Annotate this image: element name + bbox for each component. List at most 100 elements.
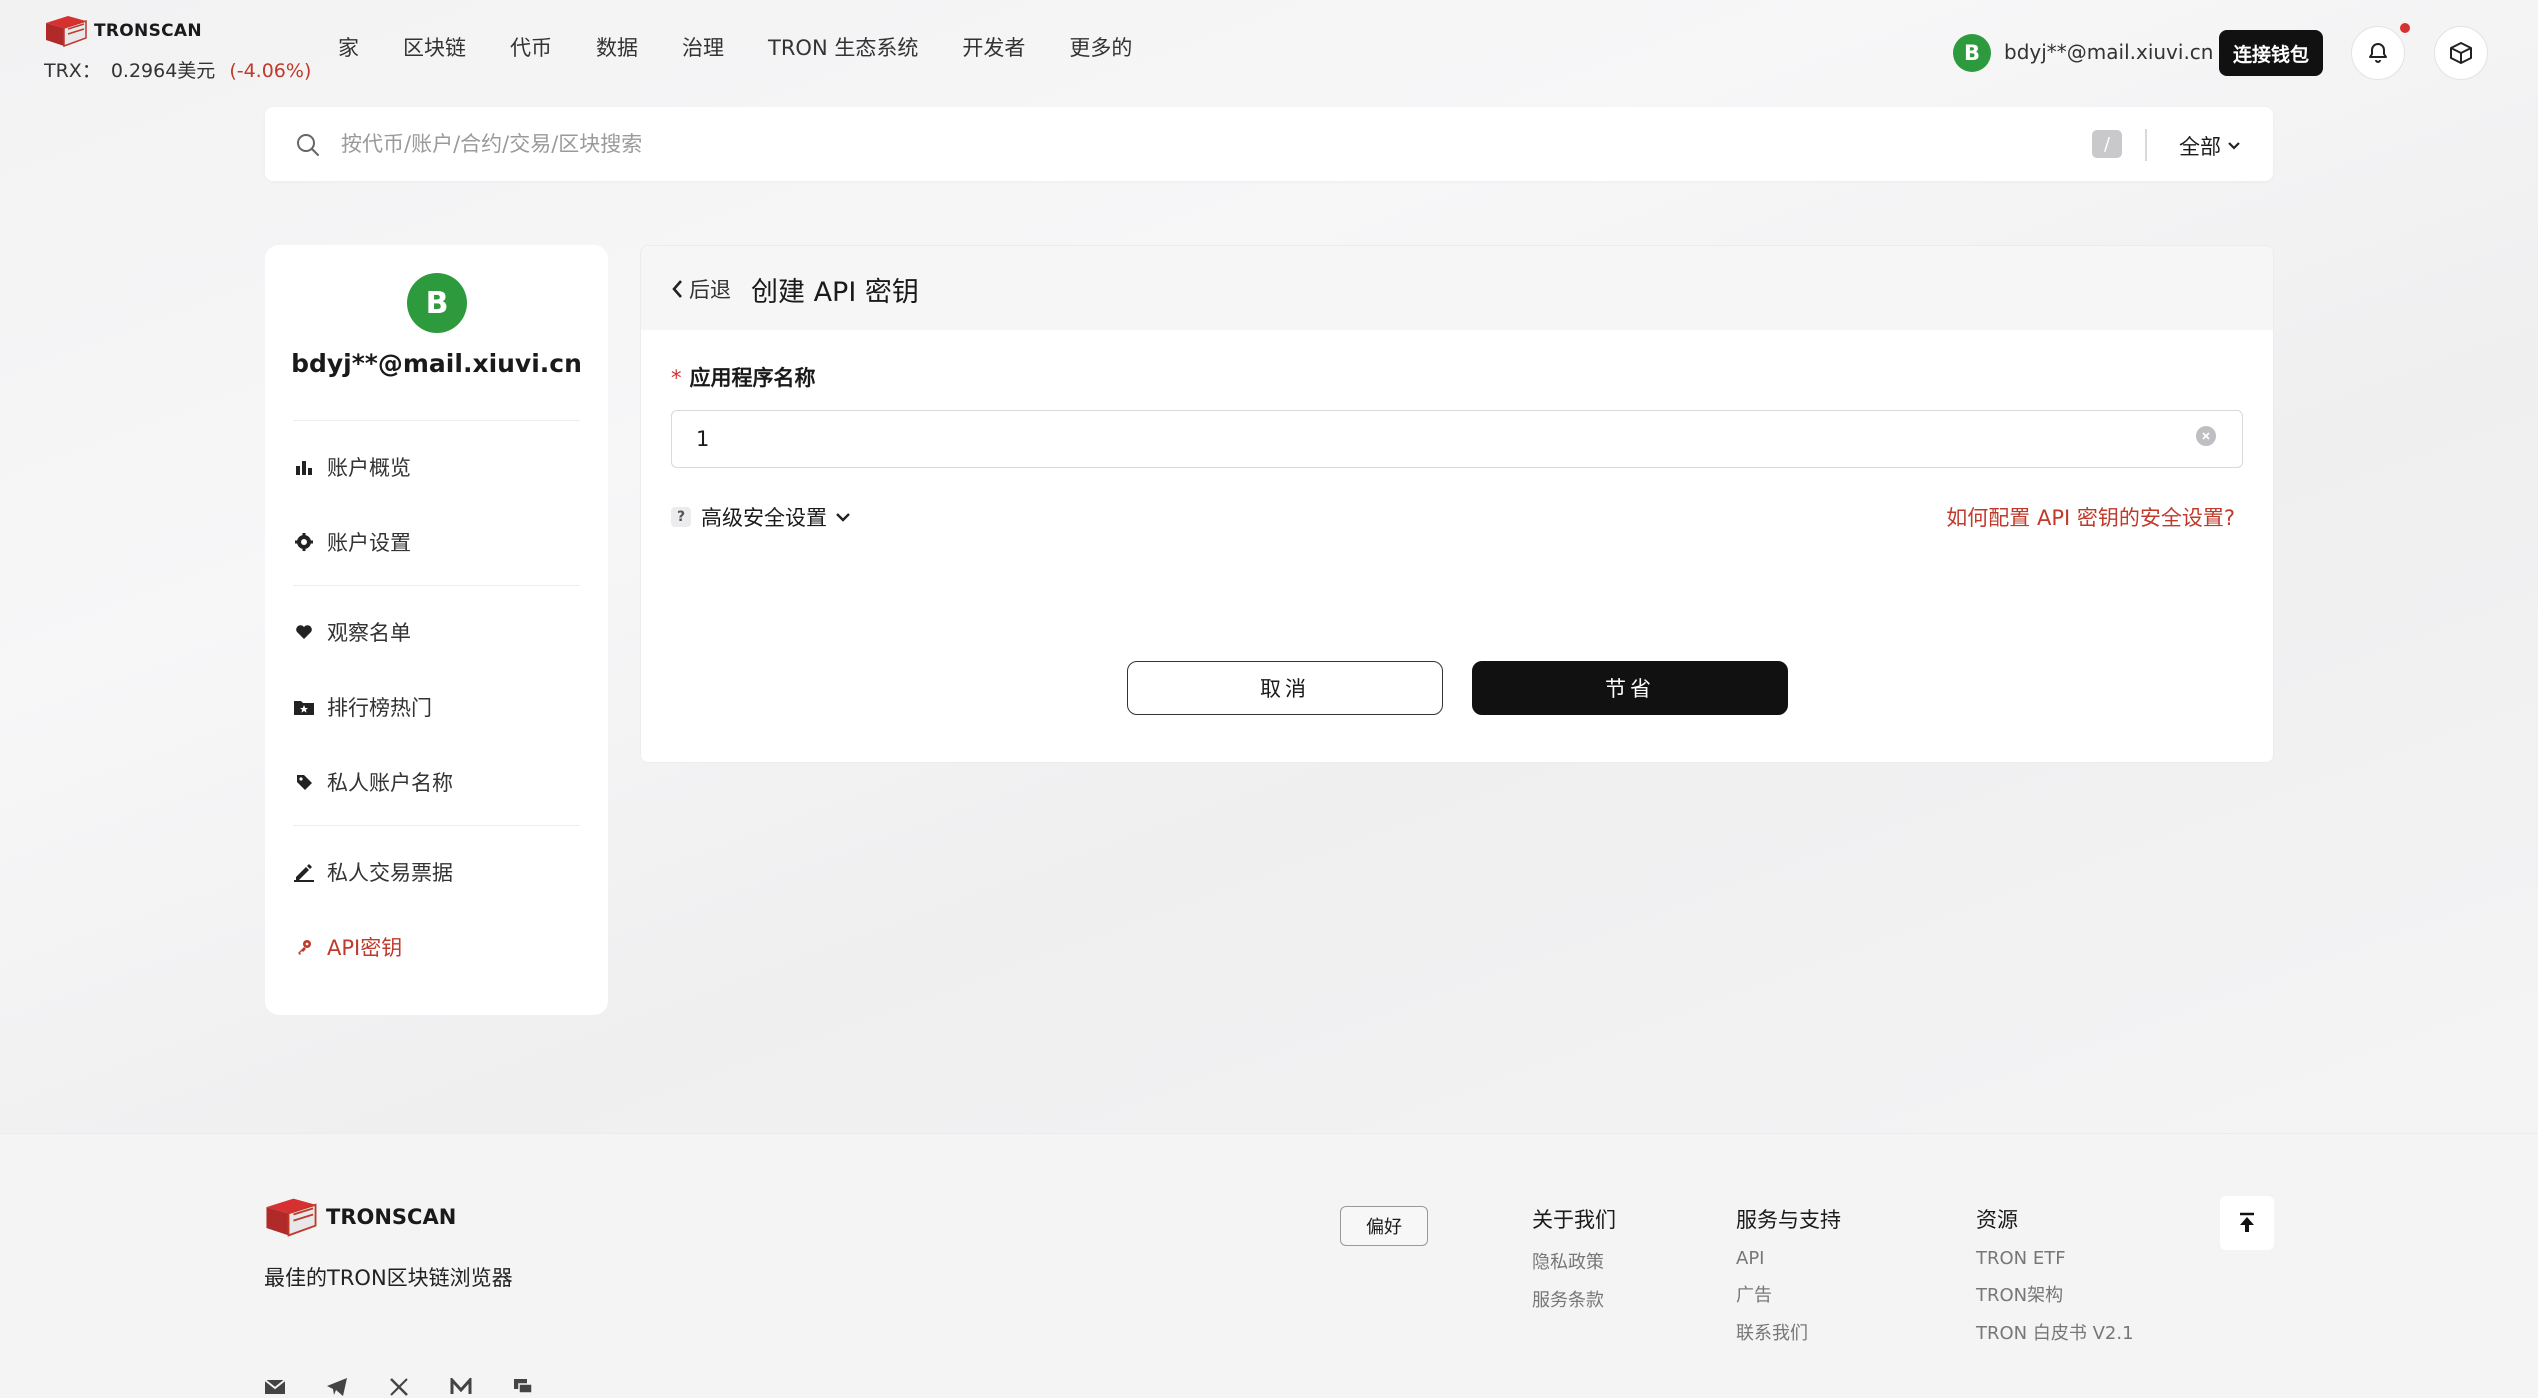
footer-link-contact[interactable]: 联系我们 <box>1736 1319 1841 1345</box>
nav-governance[interactable]: 治理 <box>682 32 724 62</box>
search-input[interactable] <box>341 125 2141 163</box>
nav-data[interactable]: 数据 <box>596 32 638 62</box>
chevron-down-icon <box>836 513 850 522</box>
search-shortcut-key: / <box>2092 130 2122 158</box>
nav-blockchain[interactable]: 区块链 <box>403 32 466 62</box>
user-avatar[interactable]: B <box>1953 34 1991 72</box>
page-title: 创建 API 密钥 <box>751 277 919 308</box>
cancel-button[interactable]: 取消 <box>1127 661 1443 715</box>
search-scope-label: 全部 <box>2179 135 2221 159</box>
app-name-label: * 应用程序名称 <box>671 362 816 392</box>
trx-price: TRX： 0.2964美元 (-4.06%) <box>44 56 311 83</box>
footer-link-privacy[interactable]: 隐私政策 <box>1532 1248 1616 1274</box>
footer-link-tron-etf[interactable]: TRON ETF <box>1976 1248 2134 1269</box>
heart-icon <box>293 621 315 643</box>
advanced-security-toggle[interactable]: ? 高级安全设置 <box>671 502 851 532</box>
medium-icon[interactable] <box>450 1376 472 1398</box>
tag-icon <box>293 771 315 793</box>
app-name-input[interactable] <box>671 410 2243 468</box>
sidebar-item-watchlist[interactable]: 观察名单 <box>293 617 411 647</box>
footer: TRONSCAN 最佳的TRON区块链浏览器 偏好 关于我们 隐私政策 服务条款… <box>0 1133 2538 1398</box>
footer-column-about: 关于我们 隐私政策 服务条款 <box>1532 1204 1616 1324</box>
footer-link-ads[interactable]: 广告 <box>1736 1281 1841 1307</box>
footer-link-whitepaper[interactable]: TRON 白皮书 V2.1 <box>1976 1319 2134 1345</box>
nav-developers[interactable]: 开发者 <box>962 32 1025 62</box>
bell-icon <box>2369 43 2387 63</box>
preferences-button[interactable]: 偏好 <box>1340 1206 1428 1246</box>
help-icon: ? <box>671 507 691 527</box>
x-icon[interactable] <box>388 1376 410 1398</box>
sidebar-item-account-overview[interactable]: 账户概览 <box>293 452 411 482</box>
sidebar-item-private-notes[interactable]: 私人交易票据 <box>293 857 453 887</box>
notification-button[interactable] <box>2351 26 2405 80</box>
price-change: (-4.06%) <box>229 60 312 82</box>
nav-home[interactable]: 家 <box>338 32 359 62</box>
connect-wallet-button[interactable]: 连接钱包 <box>2219 30 2323 76</box>
footer-column-title: 关于我们 <box>1532 1208 1616 1232</box>
nav-ecosystem[interactable]: TRON 生态系统 <box>768 32 918 62</box>
create-api-key-panel: 后退 创建 API 密钥 * 应用程序名称 ? 高级安全设置 如何配置 API 密… <box>640 245 2274 763</box>
save-button[interactable]: 节省 <box>1472 661 1788 715</box>
footer-column-services: 服务与支持 API 广告 联系我们 <box>1736 1204 1841 1357</box>
back-to-top-button[interactable] <box>2220 1196 2274 1250</box>
required-marker: * <box>671 366 682 390</box>
footer-column-title: 资源 <box>1976 1208 2018 1232</box>
account-sidebar: B bdyj**@mail.xiuvi.cn 账户概览 账户设置 观察名单 排行… <box>265 245 608 1015</box>
top-bar: TRONSCAN TRX： 0.2964美元 (-4.06%) 家 区块链 代币 数… <box>0 0 2538 100</box>
pencil-icon <box>293 861 315 883</box>
price-value: 0.2964美元 <box>110 60 216 82</box>
clear-input-icon[interactable] <box>2196 426 2216 446</box>
telegram-icon[interactable] <box>326 1376 348 1398</box>
search-divider <box>2145 129 2147 161</box>
back-button[interactable]: 后退 <box>671 274 731 304</box>
sidebar-item-label: 观察名单 <box>327 621 411 645</box>
footer-slogan: 最佳的TRON区块链浏览器 <box>264 1266 513 1290</box>
tronscan-logo[interactable]: TRONSCAN <box>44 14 202 48</box>
sidebar-item-private-names[interactable]: 私人账户名称 <box>293 767 453 797</box>
price-label: TRX： <box>44 60 101 82</box>
user-email[interactable]: bdyj**@mail.xiuvi.cn <box>2004 40 2213 64</box>
sidebar-email: bdyj**@mail.xiuvi.cn <box>291 349 582 378</box>
forum-icon[interactable] <box>512 1376 534 1398</box>
folder-star-icon <box>293 696 315 718</box>
gear-icon <box>293 531 315 553</box>
chevron-left-icon <box>672 280 682 298</box>
search-scope-select[interactable]: 全部 <box>2179 131 2241 161</box>
tronscan-logo-icon <box>46 16 87 48</box>
search-bar: / 全部 <box>265 107 2273 181</box>
footer-link-terms[interactable]: 服务条款 <box>1532 1286 1616 1312</box>
footer-column-title: 服务与支持 <box>1736 1208 1841 1232</box>
sidebar-item-label: 私人账户名称 <box>327 771 453 795</box>
footer-link-api[interactable]: API <box>1736 1248 1841 1269</box>
sidebar-avatar: B <box>407 273 467 333</box>
mail-icon[interactable] <box>264 1376 286 1398</box>
chevron-down-icon <box>2228 142 2240 150</box>
sidebar-item-label: 账户设置 <box>327 531 411 555</box>
nav-tokens[interactable]: 代币 <box>510 32 552 62</box>
advanced-security-label: 高级安全设置 <box>701 506 827 530</box>
cube-icon <box>2450 42 2472 64</box>
social-links <box>264 1376 534 1398</box>
notification-dot <box>2400 23 2410 33</box>
footer-link-tron-architecture[interactable]: TRON架构 <box>1976 1281 2134 1307</box>
arrow-up-icon <box>2240 1212 2254 1232</box>
footer-logo[interactable]: TRONSCAN <box>264 1196 456 1238</box>
nav-more[interactable]: 更多的 <box>1069 32 1132 62</box>
sidebar-item-leaderboard[interactable]: 排行榜热门 <box>293 692 432 722</box>
sidebar-divider <box>293 420 580 421</box>
footer-brand: TRONSCAN <box>326 1205 457 1229</box>
sidebar-item-label: 账户概览 <box>327 456 411 480</box>
sidebar-item-account-settings[interactable]: 账户设置 <box>293 527 411 557</box>
sidebar-item-label: API密钥 <box>327 936 403 960</box>
security-help-link[interactable]: 如何配置 API 密钥的安全设置? <box>1946 502 2235 532</box>
sidebar-item-api-keys[interactable]: API密钥 <box>293 932 402 962</box>
app-name-label-text: 应用程序名称 <box>689 366 816 390</box>
key-icon <box>293 936 315 958</box>
back-label: 后退 <box>689 278 731 302</box>
bar-chart-icon <box>293 456 315 478</box>
wallet-cube-button[interactable] <box>2434 26 2488 80</box>
sidebar-item-label: 排行榜热门 <box>327 696 432 720</box>
sidebar-divider <box>293 585 580 586</box>
sidebar-divider <box>293 825 580 826</box>
footer-column-resources: 资源 TRON ETF TRON架构 TRON 白皮书 V2.1 <box>1976 1204 2134 1357</box>
